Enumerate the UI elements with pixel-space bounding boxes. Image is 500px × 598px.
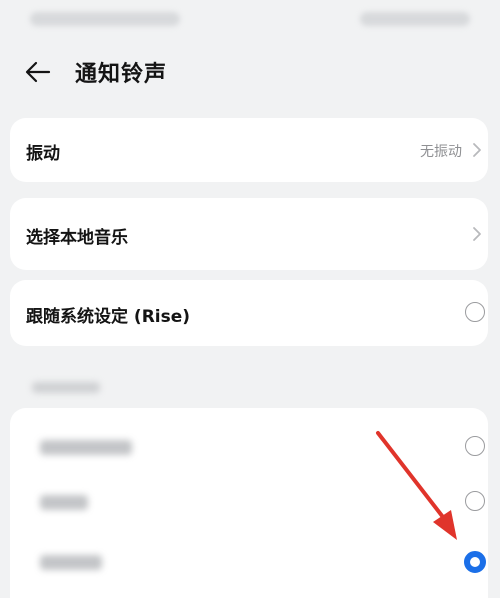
annotation-arrow-icon — [376, 431, 457, 540]
